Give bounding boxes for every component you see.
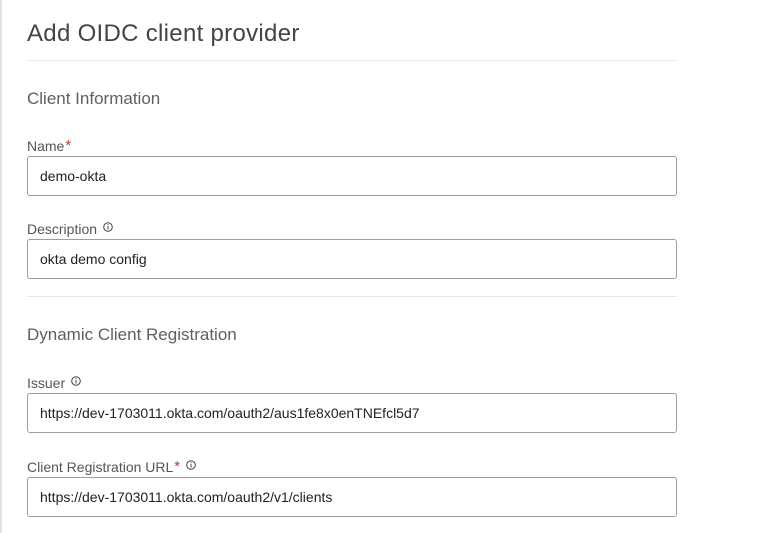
client-registration-url-label: Client Registration URL * bbox=[27, 458, 196, 475]
description-input[interactable] bbox=[27, 239, 677, 279]
info-circle-icon[interactable] bbox=[103, 222, 113, 232]
client-registration-url-label-text: Client Registration URL bbox=[27, 458, 174, 475]
issuer-label: Issuer bbox=[27, 375, 81, 391]
section-title-dynamic-client-registration: Dynamic Client Registration bbox=[27, 325, 237, 344]
issuer-label-text: Issuer bbox=[27, 375, 66, 391]
section-divider bbox=[27, 296, 677, 297]
name-label-text: Name bbox=[27, 137, 65, 154]
description-label: Description bbox=[27, 221, 113, 237]
section-title-client-information: Client Information bbox=[27, 89, 161, 108]
info-circle-icon[interactable] bbox=[71, 376, 81, 386]
name-label: Name * bbox=[27, 137, 71, 154]
info-circle-icon[interactable] bbox=[186, 459, 196, 470]
required-marker: * bbox=[65, 137, 72, 154]
client-registration-url-input[interactable] bbox=[27, 477, 677, 517]
name-input[interactable] bbox=[27, 156, 677, 196]
issuer-input[interactable] bbox=[27, 393, 677, 433]
left-border bbox=[0, 0, 2, 533]
required-marker: * bbox=[174, 458, 181, 475]
page-title: Add OIDC client provider bbox=[27, 20, 300, 47]
description-label-text: Description bbox=[27, 221, 98, 237]
title-divider bbox=[27, 60, 677, 61]
